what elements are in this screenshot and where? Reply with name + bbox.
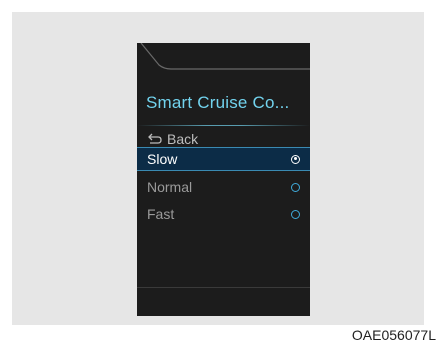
option-label: Fast — [147, 206, 175, 222]
back-arrow-icon — [148, 133, 162, 144]
option-label: Normal — [147, 179, 193, 195]
back-label: Back — [167, 131, 199, 147]
option-label: Slow — [147, 151, 178, 167]
figure-code: OAE056077L — [351, 327, 436, 343]
bottom-divider — [137, 287, 310, 288]
top-bezel-curve — [140, 43, 310, 70]
radio-unselected-icon — [291, 182, 300, 192]
cluster-display: Smart Cruise Co... Back Slow Normal Fast — [137, 43, 310, 316]
radio-selected-icon — [291, 154, 300, 164]
option-fast[interactable]: Fast — [137, 202, 310, 226]
title-divider — [137, 125, 310, 126]
option-normal[interactable]: Normal — [137, 175, 310, 199]
back-button[interactable]: Back — [147, 131, 198, 147]
radio-unselected-icon — [291, 209, 300, 219]
option-slow[interactable]: Slow — [137, 147, 310, 171]
page-title: Smart Cruise Co... — [146, 93, 290, 112]
